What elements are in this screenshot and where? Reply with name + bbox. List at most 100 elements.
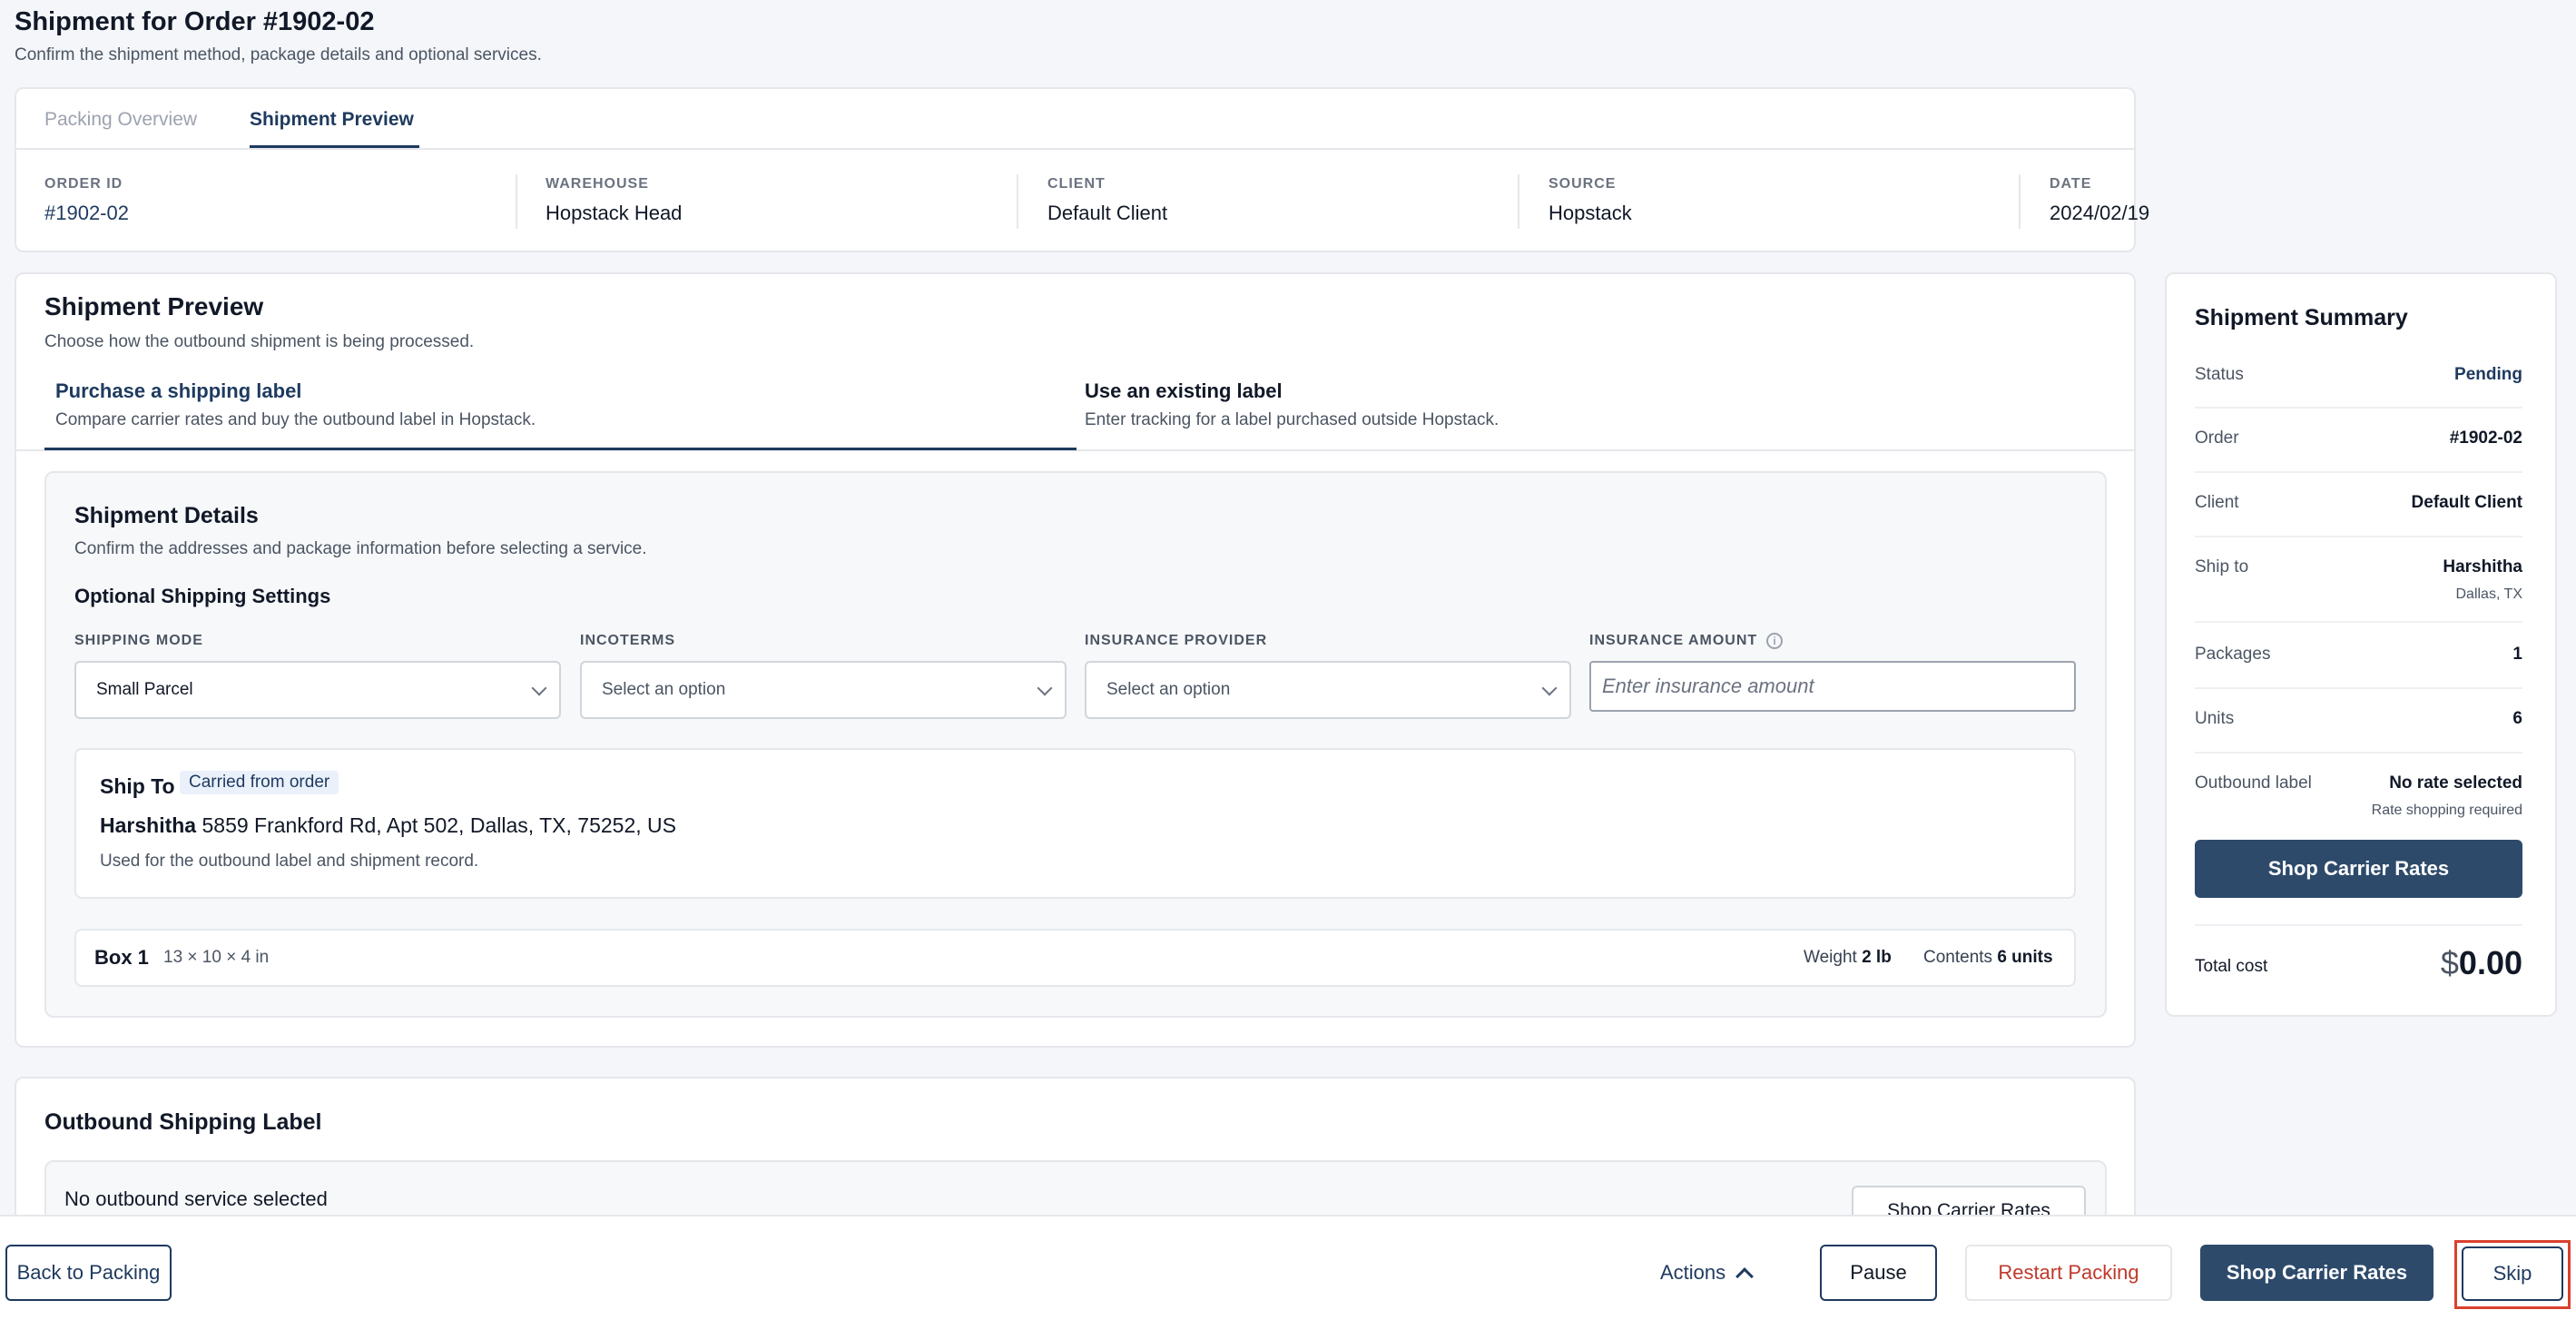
insurance-provider-select[interactable]: Select an option: [1085, 661, 1571, 719]
total-cost-currency: $: [2440, 944, 2459, 981]
method-purchase-desc: Compare carrier rates and buy the outbou…: [55, 410, 536, 429]
summary-client-label: Client: [2195, 493, 2239, 512]
summary-outbound-value: No rate selected: [2389, 773, 2522, 793]
summary-divider: [2195, 471, 2522, 473]
incoterms-value: Select an option: [602, 680, 726, 699]
info-icon[interactable]: i: [1766, 633, 1783, 649]
chevron-down-icon: [531, 680, 547, 696]
actions-menu-button[interactable]: Actions: [1660, 1258, 1769, 1287]
meta-divider: [1518, 174, 1519, 229]
summary-divider: [2195, 536, 2522, 537]
box-weight: Weight 2 lb: [1804, 948, 1892, 968]
insurance-amount-label: INSURANCE AMOUNT: [1589, 633, 1758, 648]
chevron-up-icon: [1735, 1267, 1755, 1286]
warehouse-label: WAREHOUSE: [546, 176, 649, 192]
summary-divider: [2195, 752, 2522, 754]
chevron-down-icon: [1037, 680, 1053, 696]
summary-divider: [2195, 924, 2522, 926]
summary-divider: [2195, 621, 2522, 623]
tab-packing-overview[interactable]: Packing Overview: [44, 109, 197, 131]
source-value: Hopstack: [1549, 202, 1632, 224]
meta-divider: [1017, 174, 1018, 229]
incoterms-label: INCOTERMS: [580, 633, 675, 648]
summary-client-value: Default Client: [2411, 493, 2522, 512]
insurance-provider-value: Select an option: [1106, 680, 1231, 699]
actions-label: Actions: [1660, 1261, 1726, 1284]
insurance-amount-placeholder: Enter insurance amount: [1602, 675, 1814, 697]
summary-packages-label: Packages: [2195, 645, 2271, 664]
weight-value: 2 lb: [1862, 948, 1892, 967]
carried-from-order-badge: Carried from order: [180, 771, 339, 794]
method-option-purchase-label[interactable]: Purchase a shipping label Compare carrie…: [44, 372, 1075, 448]
box-contents: Contents 6 units: [1923, 948, 2053, 968]
insurance-amount-input[interactable]: Enter insurance amount: [1589, 661, 2076, 712]
contents-label: Contents: [1923, 948, 1993, 967]
meta-divider: [516, 174, 517, 229]
summary-order-value: #1902-02: [2449, 429, 2522, 448]
chevron-down-icon: [1541, 680, 1558, 696]
summary-order-label: Order: [2195, 429, 2239, 448]
summary-packages-value: 1: [2512, 645, 2522, 664]
ship-to-note: Used for the outbound label and shipment…: [100, 852, 479, 871]
shipping-mode-label: SHIPPING MODE: [74, 633, 203, 648]
order-id-label: ORDER ID: [44, 176, 123, 192]
meta-divider: [2019, 174, 2020, 229]
warehouse-value: Hopstack Head: [546, 202, 683, 224]
shipping-mode-value: Small Parcel: [96, 680, 193, 699]
insurance-provider-label: INSURANCE PROVIDER: [1085, 633, 1268, 648]
contents-value: 6 units: [1997, 948, 2053, 967]
summary-units-label: Units: [2195, 709, 2235, 728]
weight-label: Weight: [1804, 948, 1857, 967]
outbound-label-title: Outbound Shipping Label: [44, 1109, 322, 1135]
page-title: Shipment for Order #1902-02: [15, 7, 375, 36]
page-subtitle: Confirm the shipment method, package det…: [15, 45, 542, 64]
back-to-packing-button[interactable]: Back to Packing: [5, 1245, 172, 1301]
total-cost-label: Total cost: [2195, 957, 2268, 976]
box-name: Box 1: [94, 946, 149, 969]
shipment-summary-title: Shipment Summary: [2195, 305, 2408, 330]
shipment-details-title: Shipment Details: [74, 503, 259, 528]
tab-shipment-preview[interactable]: Shipment Preview: [250, 109, 414, 131]
summary-shipto-sub: Dallas, TX: [2455, 586, 2522, 602]
summary-units-value: 6: [2512, 709, 2522, 728]
summary-shipto-label: Ship to: [2195, 557, 2249, 576]
incoterms-select[interactable]: Select an option: [580, 661, 1067, 719]
package-row: [74, 929, 2076, 987]
source-label: SOURCE: [1549, 176, 1617, 192]
summary-divider: [2195, 407, 2522, 409]
summary-outbound-label: Outbound label: [2195, 773, 2312, 793]
pause-button[interactable]: Pause: [1820, 1245, 1937, 1301]
summary-shop-carrier-rates-button[interactable]: Shop Carrier Rates: [2195, 840, 2522, 898]
method-existing-title: Use an existing label: [1085, 379, 1283, 402]
total-cost-amount: $0.00: [2441, 944, 2522, 982]
summary-outbound-sub: Rate shopping required: [2371, 803, 2522, 818]
order-id-value[interactable]: #1902-02: [44, 202, 129, 225]
tabs-divider: [16, 148, 2134, 150]
shipping-mode-select[interactable]: Small Parcel: [74, 661, 561, 719]
ship-to-address-line: Harshitha 5859 Frankford Rd, Apt 502, Da…: [100, 813, 676, 838]
date-value: 2024/02/19: [2050, 202, 2150, 224]
date-label: DATE: [2050, 176, 2092, 192]
bottom-action-bar: [0, 1215, 2576, 1320]
client-label: CLIENT: [1047, 176, 1106, 192]
method-active-indicator: [44, 448, 1077, 450]
shipment-details-subtitle: Confirm the addresses and package inform…: [74, 539, 647, 558]
shipment-preview-title: Shipment Preview: [44, 292, 264, 320]
box-dimensions: 13 × 10 × 4 in: [163, 948, 270, 967]
summary-divider: [2195, 687, 2522, 689]
ship-to-address: 5859 Frankford Rd, Apt 502, Dallas, TX, …: [202, 813, 676, 837]
optional-settings-title: Optional Shipping Settings: [74, 585, 331, 607]
shipment-preview-subtitle: Choose how the outbound shipment is bein…: [44, 332, 475, 351]
method-option-existing-label[interactable]: Use an existing label Enter tracking for…: [1077, 372, 2135, 448]
method-purchase-title: Purchase a shipping label: [55, 379, 302, 402]
outbound-empty-text: No outbound service selected: [64, 1187, 328, 1210]
skip-button[interactable]: Skip: [2462, 1246, 2563, 1301]
summary-status-label: Status: [2195, 365, 2244, 384]
summary-shipto-value: Harshitha: [2443, 557, 2522, 576]
ship-to-title: Ship To: [100, 774, 175, 798]
shop-carrier-rates-button[interactable]: Shop Carrier Rates: [2200, 1245, 2433, 1301]
restart-packing-button[interactable]: Restart Packing: [1965, 1245, 2172, 1301]
client-value: Default Client: [1047, 202, 1168, 224]
total-cost-value: 0.00: [2458, 944, 2522, 981]
ship-to-name: Harshitha: [100, 813, 197, 837]
